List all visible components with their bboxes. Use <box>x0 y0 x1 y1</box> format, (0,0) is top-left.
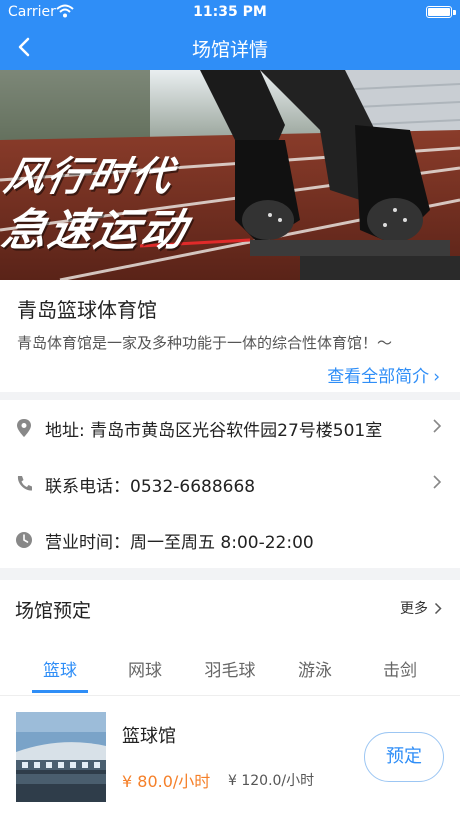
venue-list-item[interactable]: 篮球馆 ¥ 80.0/小时 ¥ 120.0/小时 预定 <box>0 698 460 818</box>
banner-slogan-line2: 急速运动 <box>0 205 193 256</box>
venue-thumbnail <box>16 712 106 802</box>
phone-text: 联系电话：0532-6688668 <box>45 477 256 497</box>
current-price: ¥ 80.0/小时 <box>122 772 211 791</box>
chevron-right-icon <box>433 475 442 489</box>
battery-icon <box>426 6 452 18</box>
clock: 11:35 PM <box>193 4 267 20</box>
venue-details-card: 地址: 青岛市黄岛区光谷软件园27号楼501室 联系电话：0532-668866… <box>0 400 460 568</box>
venue-description: 青岛体育馆是一家及多种功能于一体的综合性体育馆！～ <box>17 334 393 352</box>
sport-tabs: 篮球 网球 羽毛球 游泳 击剑 <box>0 650 460 696</box>
chevron-right-icon: › <box>433 367 440 387</box>
booking-section: 场馆预定 更多 篮球 网球 羽毛球 游泳 击剑 篮球馆 ¥ 80.0/小时 ¥ … <box>0 580 460 818</box>
venue-item-name: 篮球馆 <box>122 726 176 747</box>
tab-tennis[interactable]: 网球 <box>99 656 191 681</box>
page-title: 场馆详情 <box>191 39 268 61</box>
tab-fencing[interactable]: 击剑 <box>354 656 446 681</box>
active-tab-indicator <box>32 690 88 693</box>
more-button[interactable]: 更多 <box>400 598 442 618</box>
status-bar: Carrier 11:35 PM <box>0 0 460 24</box>
hours-text: 营业时间：周一至周五 8:00-22:00 <box>45 533 314 553</box>
booking-title: 场馆预定 <box>15 600 92 622</box>
venue-intro-card: 青岛篮球体育馆 青岛体育馆是一家及多种功能于一体的综合性体育馆！～ 查看全部简介… <box>0 280 460 392</box>
location-pin-icon <box>17 419 31 437</box>
phone-row[interactable]: 联系电话：0532-6688668 <box>0 456 460 512</box>
chevron-right-icon <box>434 602 442 615</box>
tab-badminton[interactable]: 羽毛球 <box>184 656 276 681</box>
hero-banner: 风行时代 急速运动 <box>0 70 460 280</box>
tab-basketball[interactable]: 篮球 <box>14 656 106 681</box>
tab-swimming[interactable]: 游泳 <box>269 656 361 681</box>
clock-icon <box>16 532 32 548</box>
address-text: 地址: 青岛市黄岛区光谷软件园27号楼501室 <box>45 421 383 441</box>
chevron-right-icon <box>433 419 442 433</box>
address-row[interactable]: 地址: 青岛市黄岛区光谷软件园27号楼501室 <box>0 400 460 456</box>
original-price: ¥ 120.0/小时 <box>228 773 315 789</box>
view-full-intro-link[interactable]: 查看全部简介 › <box>327 362 440 387</box>
book-button[interactable]: 预定 <box>364 732 444 782</box>
venue-name: 青岛篮球体育馆 <box>17 298 157 322</box>
nav-bar: 场馆详情 <box>0 24 460 70</box>
hours-row: 营业时间：周一至周五 8:00-22:00 <box>0 512 460 568</box>
phone-icon <box>17 476 32 491</box>
